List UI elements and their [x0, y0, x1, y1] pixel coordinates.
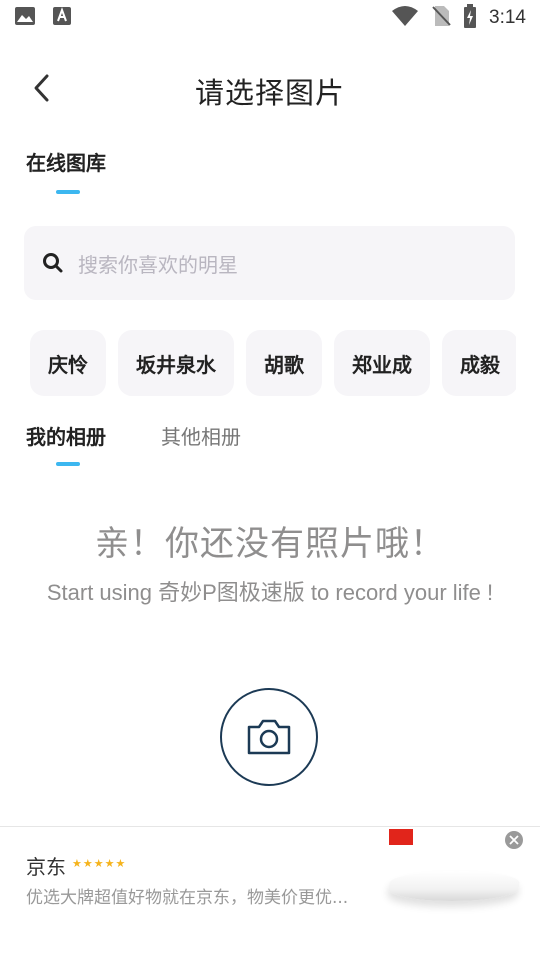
tab-other-album[interactable]: 其他相册 — [161, 421, 241, 450]
battery-charging-icon — [463, 4, 477, 32]
text-a-icon — [52, 6, 72, 30]
search-icon — [43, 253, 63, 273]
star-chip[interactable]: 庆怜 — [30, 330, 106, 396]
wifi-icon — [391, 5, 419, 31]
image-icon — [14, 6, 36, 30]
album-tab-indicator — [56, 462, 80, 466]
tab-online-gallery[interactable]: 在线图库 — [26, 147, 106, 176]
ad-banner[interactable]: 京东 ★★★★★ 优选大牌超值好物就在京东，物美价更优... — [0, 826, 540, 960]
star-chip[interactable]: 成毅 — [442, 330, 516, 396]
online-gallery-tab-indicator — [56, 190, 80, 194]
top-bar: 请选择图片 — [0, 56, 540, 120]
status-time: 3:14 — [489, 7, 526, 28]
ad-description: 优选大牌超值好物就在京东，物美价更优... — [26, 888, 349, 908]
star-chip[interactable]: 坂井泉水 — [118, 330, 234, 396]
star-chip[interactable]: 胡歌 — [246, 330, 322, 396]
star-chip[interactable]: 郑业成 — [334, 330, 430, 396]
tab-my-album[interactable]: 我的相册 — [26, 421, 106, 450]
star-chip-list: 庆怜 坂井泉水 胡歌 郑业成 成毅 — [30, 330, 516, 396]
ad-title: 京东 — [26, 855, 66, 879]
empty-state-title: 亲！你还没有照片哦！ — [95, 524, 445, 564]
ad-close-button[interactable] — [505, 831, 523, 849]
search-input[interactable]: 搜索你喜欢的明星 — [24, 226, 515, 300]
camera-icon — [247, 719, 291, 755]
no-sim-icon — [431, 5, 451, 31]
camera-button[interactable] — [220, 688, 318, 786]
ad-rating: ★★★★★ — [72, 857, 127, 870]
empty-state-subtitle: Start using 奇妙P图极速版 to record your life … — [46, 580, 494, 605]
search-placeholder: 搜索你喜欢的明星 — [78, 252, 238, 277]
page-title: 请选择图片 — [194, 76, 345, 110]
jd-logo-icon — [389, 829, 413, 845]
close-icon — [509, 835, 519, 845]
status-bar: 3:14 — [0, 0, 540, 36]
ad-product-image — [386, 871, 522, 901]
